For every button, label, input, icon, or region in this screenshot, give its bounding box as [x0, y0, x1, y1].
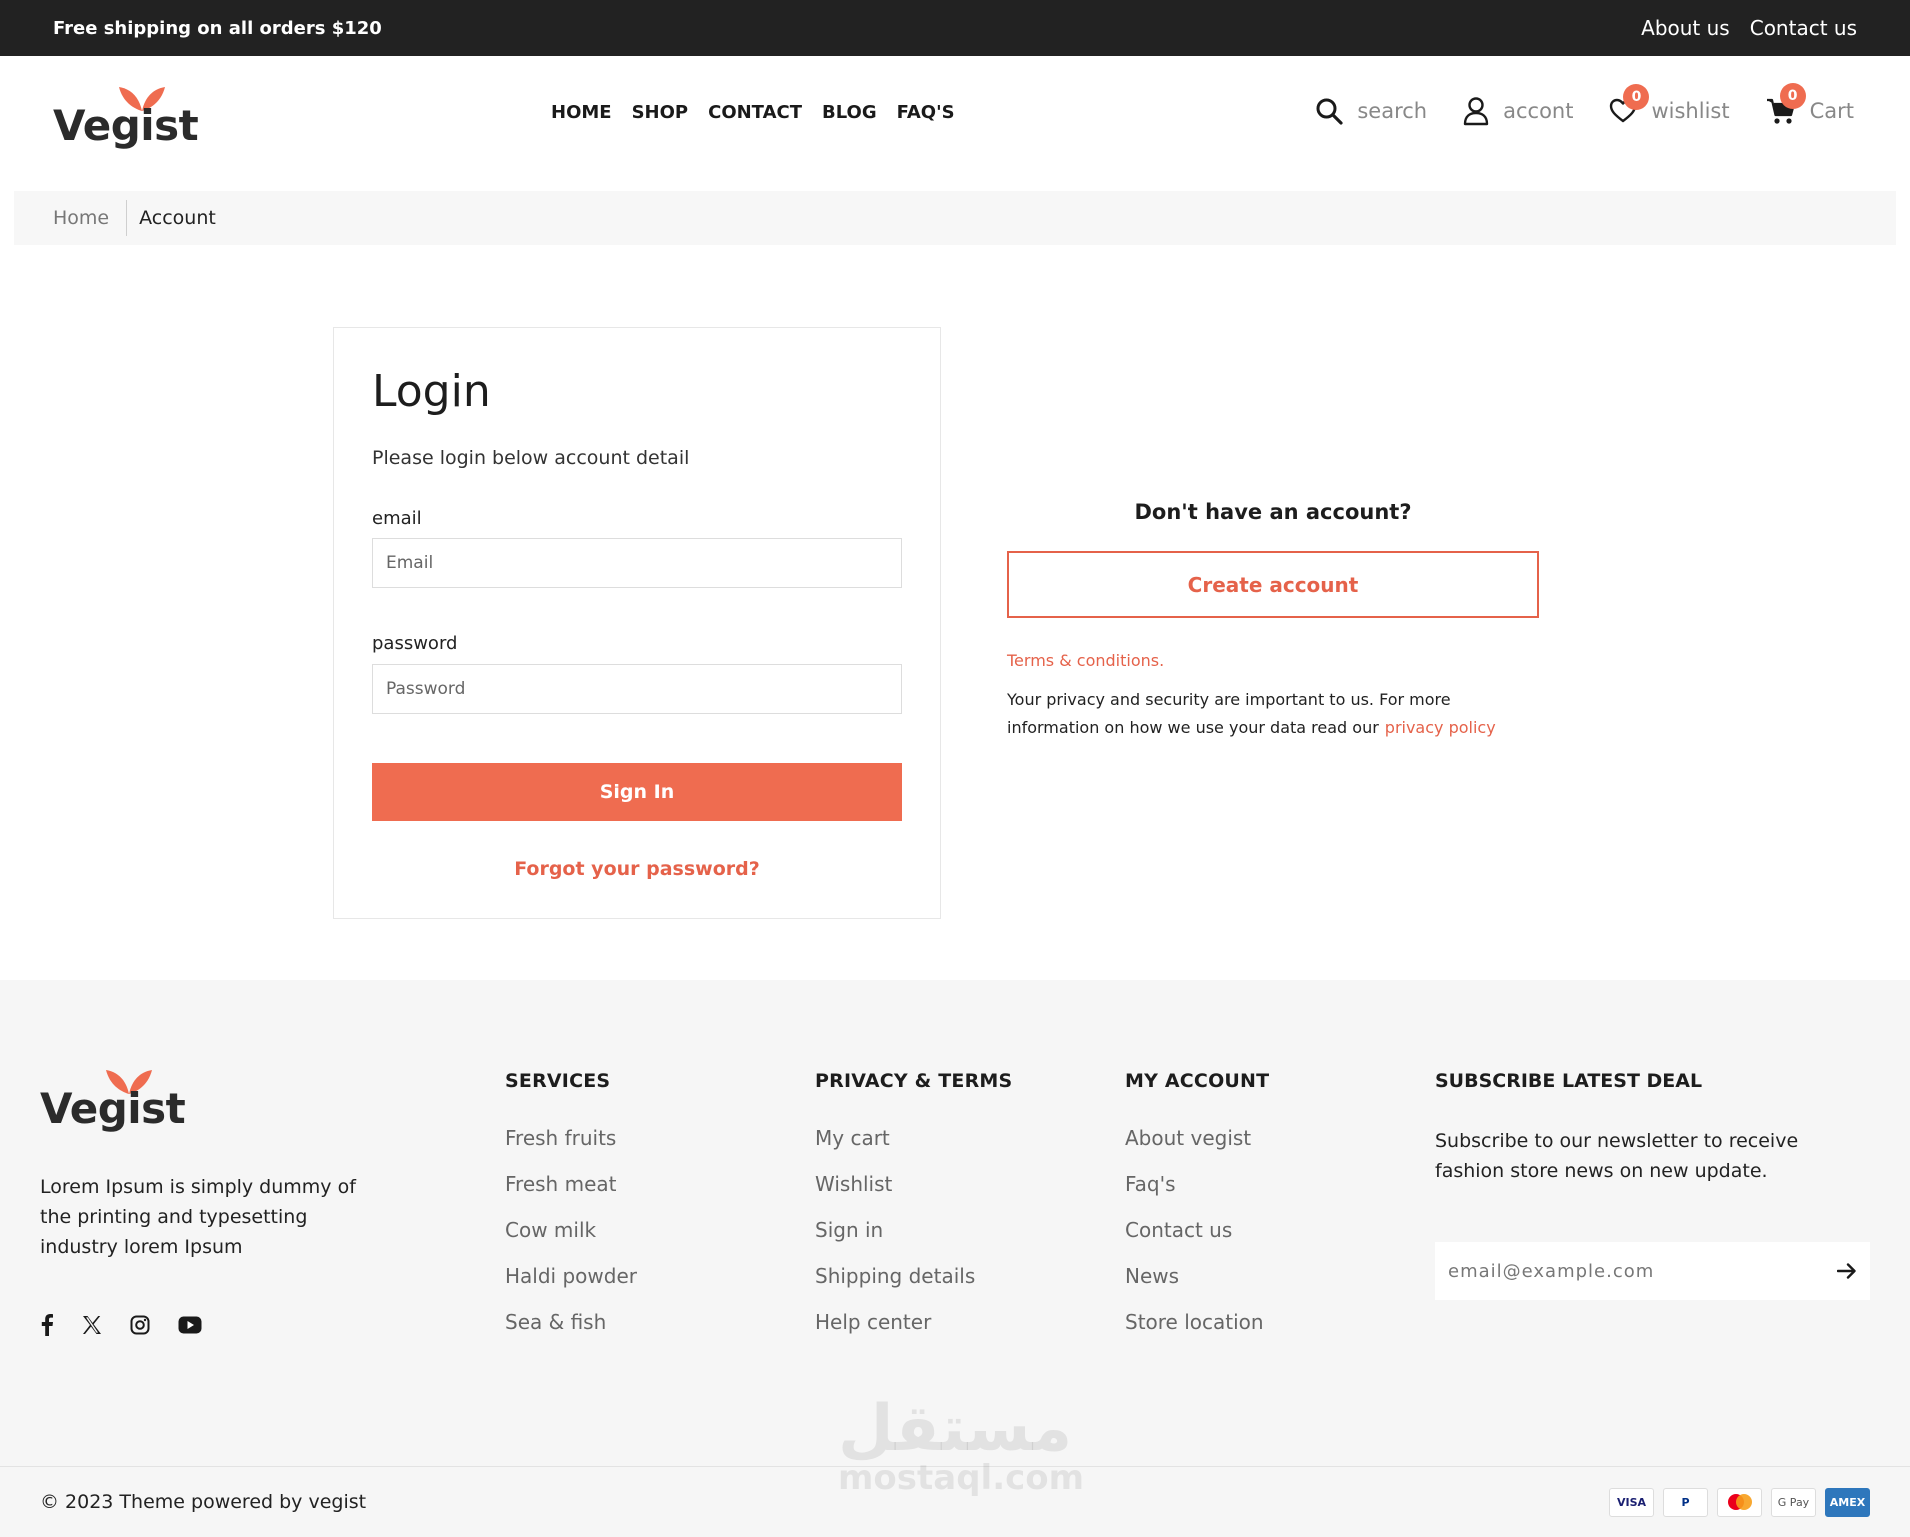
footer-services-column: SERVICES Fresh fruits Fresh meat Cow mil…: [505, 1070, 637, 1356]
newsletter-text: Subscribe to our newsletter to receive f…: [1435, 1130, 1799, 1182]
footer-column-title: SERVICES: [505, 1070, 611, 1092]
top-links: About us Contact us: [1641, 16, 1857, 40]
email-field[interactable]: [372, 538, 902, 588]
wishlist-button[interactable]: 0 wishlist: [1609, 84, 1730, 124]
main-nav: HOME SHOP CONTACT BLOG FAQ'S: [551, 102, 955, 123]
header-utilities: search accont 0 wishlist 0 Cart: [1315, 83, 1854, 126]
footer-about-text: Lorem Ipsum is simply dummy of the print…: [40, 1176, 356, 1258]
search-label: search: [1357, 99, 1428, 123]
footer-column-title: PRIVACY & TERMS: [815, 1070, 1013, 1092]
cart-button[interactable]: 0 Cart: [1766, 83, 1854, 125]
copyright-text: © 2023 Theme powered by vegist: [40, 1491, 367, 1513]
paypal-icon: P: [1663, 1487, 1708, 1517]
newsletter-form: [1435, 1242, 1870, 1300]
footer-link[interactable]: Contact us: [1125, 1218, 1269, 1264]
watermark-latin: mostaql.com: [838, 1458, 1085, 1498]
footer-column-title: MY ACCOUNT: [1125, 1070, 1270, 1092]
footer-link[interactable]: Cow milk: [505, 1218, 637, 1264]
password-field[interactable]: [372, 664, 902, 714]
cart-label: Cart: [1809, 99, 1854, 123]
footer-privacy-column: PRIVACY & TERMS My cart Wishlist Sign in…: [815, 1070, 1012, 1356]
footer-link[interactable]: Wishlist: [815, 1172, 1012, 1218]
footer-logo-wordmark: Vegist: [40, 1084, 186, 1133]
user-icon: [1463, 97, 1489, 126]
top-announcement-bar: Free shipping on all orders $120 About u…: [0, 0, 1910, 56]
footer-link[interactable]: Help center: [815, 1310, 1012, 1356]
login-card: Login Please login below account detail …: [333, 327, 941, 919]
password-label: password: [372, 633, 458, 654]
amex-icon: AMEX: [1825, 1487, 1870, 1517]
newsletter-email-input[interactable]: [1448, 1260, 1808, 1282]
account-label: accont: [1503, 99, 1574, 123]
free-shipping-text: Free shipping on all orders $120: [53, 17, 382, 39]
youtube-icon[interactable]: [178, 1316, 202, 1334]
forgot-password-link[interactable]: Forgot your password?: [334, 858, 940, 880]
payment-methods: VISA P G Pay AMEX: [1609, 1487, 1870, 1517]
footer-link[interactable]: About vegist: [1125, 1126, 1269, 1172]
wishlist-count-badge: 0: [1623, 84, 1650, 110]
privacy-policy-link[interactable]: privacy policy: [1385, 718, 1496, 737]
footer-link[interactable]: Faq's: [1125, 1172, 1269, 1218]
footer-link[interactable]: Sign in: [815, 1218, 1012, 1264]
footer-logo[interactable]: Vegist: [40, 1066, 186, 1146]
login-title: Login: [372, 366, 491, 417]
site-header: Vegist HOME SHOP CONTACT BLOG FAQ'S sear…: [0, 56, 1910, 190]
watermark: مستقل mostaql.com: [838, 1392, 1085, 1498]
visa-icon: VISA: [1609, 1487, 1654, 1517]
terms-link[interactable]: Terms & conditions.: [1007, 651, 1539, 670]
email-label: email: [372, 508, 422, 529]
google-pay-icon: G Pay: [1771, 1487, 1816, 1517]
watermark-arabic: مستقل: [838, 1392, 1073, 1466]
site-logo[interactable]: Vegist: [53, 83, 199, 163]
nav-faqs[interactable]: FAQ'S: [897, 102, 955, 123]
x-icon[interactable]: [82, 1315, 102, 1335]
search-icon: [1316, 98, 1343, 125]
footer-link[interactable]: My cart: [815, 1126, 1012, 1172]
wishlist-label: wishlist: [1651, 99, 1730, 123]
nav-shop[interactable]: SHOP: [632, 102, 689, 123]
footer-link[interactable]: Fresh fruits: [505, 1126, 637, 1172]
social-links: [40, 1314, 202, 1336]
privacy-note: Your privacy and security are important …: [1007, 686, 1539, 742]
facebook-icon[interactable]: [40, 1314, 54, 1336]
sign-in-button[interactable]: Sign In: [372, 763, 902, 821]
newsletter-title: SUBSCRIBE LATEST DEAL: [1435, 1070, 1703, 1092]
account-button[interactable]: accont: [1463, 96, 1573, 126]
login-subtitle: Please login below account detail: [372, 447, 690, 469]
no-account-heading: Don't have an account?: [1134, 500, 1412, 524]
arrow-right-icon[interactable]: [1837, 1262, 1857, 1280]
about-us-link[interactable]: About us: [1641, 16, 1730, 40]
newsletter-block: SUBSCRIBE LATEST DEAL Subscribe to our n…: [1435, 1070, 1871, 1300]
footer-link[interactable]: Store location: [1125, 1310, 1269, 1356]
footer-link[interactable]: Haldi powder: [505, 1264, 637, 1310]
footer-link[interactable]: Sea & fish: [505, 1310, 637, 1356]
nav-contact[interactable]: CONTACT: [708, 102, 802, 123]
nav-home[interactable]: HOME: [551, 102, 612, 123]
breadcrumb: Home Account: [14, 191, 1896, 245]
breadcrumb-home[interactable]: Home: [53, 200, 128, 236]
nav-blog[interactable]: BLOG: [822, 102, 877, 123]
register-panel: Don't have an account? Create account Te…: [1007, 500, 1539, 742]
footer-link[interactable]: Shipping details: [815, 1264, 1012, 1310]
instagram-icon[interactable]: [130, 1315, 150, 1335]
search-button[interactable]: search: [1315, 97, 1427, 125]
footer-link[interactable]: News: [1125, 1264, 1269, 1310]
footer-link[interactable]: Fresh meat: [505, 1172, 637, 1218]
breadcrumb-current: Account: [139, 207, 216, 229]
cart-count-badge: 0: [1779, 83, 1806, 109]
contact-us-link[interactable]: Contact us: [1750, 16, 1857, 40]
logo-wordmark: Vegist: [53, 101, 199, 150]
mastercard-icon: [1717, 1487, 1762, 1517]
footer-account-column: MY ACCOUNT About vegist Faq's Contact us…: [1125, 1070, 1269, 1356]
create-account-button[interactable]: Create account: [1007, 551, 1539, 618]
